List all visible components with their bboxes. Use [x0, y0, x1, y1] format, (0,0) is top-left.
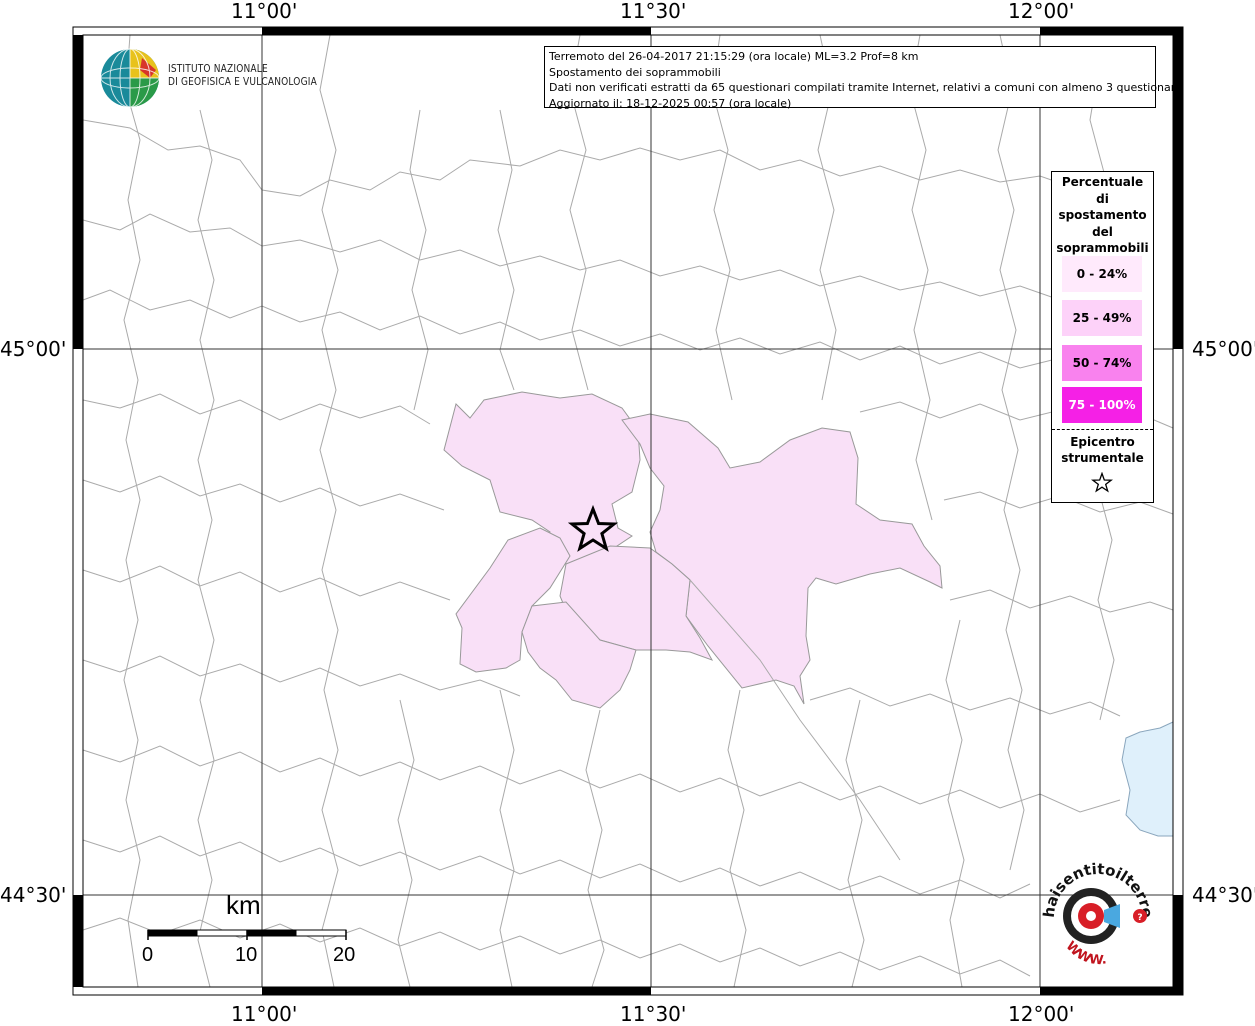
left-lat-label-2: 44°30'	[0, 883, 67, 907]
data-note: Dati non verificati estratti da 65 quest…	[549, 81, 1182, 94]
right-lat-label-1: 45°00'	[1192, 337, 1255, 361]
legend-title-line5: soprammobili	[1056, 241, 1149, 255]
legend-item-50-74: 50 - 74%	[1062, 345, 1142, 381]
legend-title-line1: Percentuale	[1061, 175, 1144, 189]
scale-tick-0: 0	[142, 944, 154, 966]
ingv-name-line2: DI GEOFISICA E VULCANOLOGIA	[168, 76, 317, 88]
left-lat-label-1: 45°00'	[0, 337, 67, 361]
legend-title: Percentuale di spostamento del soprammob…	[1052, 174, 1153, 257]
scale-tick-20: 20	[333, 944, 356, 966]
legend-epicentre-line2: strumentale	[1061, 451, 1144, 465]
scale-unit: km	[226, 890, 261, 920]
ingv-name-line1: ISTITUTO NAZIONALE	[168, 63, 268, 75]
ingv-name: ISTITUTO NAZIONALE DI GEOFISICA E VULCAN…	[168, 63, 317, 89]
event-title: Terremoto del 26-04-2017 21:15:29 (ora l…	[549, 50, 919, 63]
top-lon-label-3: 12°00'	[1008, 0, 1075, 23]
scale-tick-10: 10	[235, 944, 258, 966]
bottom-lon-label-3: 12°00'	[1008, 1002, 1075, 1026]
event-info-box: Terremoto del 26-04-2017 21:15:29 (ora l…	[544, 46, 1182, 110]
legend-title-line3: spostamento	[1058, 208, 1147, 222]
legend-title-line4: del	[1092, 224, 1113, 239]
legend-title-line2: di	[1096, 191, 1109, 206]
legend-star-icon	[1091, 472, 1113, 493]
svg-text:?: ?	[1137, 913, 1142, 923]
legend-epicentre-line1: Epicentro	[1070, 435, 1135, 449]
legend-item-0-24: 0 - 24%	[1062, 256, 1142, 292]
legend-item-75-100: 75 - 100%	[1062, 387, 1142, 423]
legend-divider	[1052, 429, 1153, 430]
top-lon-label-2: 11°30'	[620, 0, 687, 23]
ingv-logo: ISTITUTO NAZIONALE DI GEOFISICA E VULCAN…	[100, 48, 317, 110]
top-lon-label-1: 11°00'	[231, 0, 298, 23]
legend: Percentuale di spostamento del soprammob…	[1051, 171, 1154, 503]
haisentito-logo: haisentitoilterremoto.it WWW. ?	[1028, 842, 1160, 980]
legend-item-25-49: 25 - 49%	[1062, 300, 1142, 336]
ingv-globe-icon	[100, 48, 160, 108]
bottom-lon-label-1: 11°00'	[231, 1002, 298, 1026]
haisentito-emblem-icon: haisentitoilterremoto.it WWW. ?	[1028, 842, 1156, 968]
bottom-lon-label-2: 11°30'	[620, 1002, 687, 1026]
map-subject: Spostamento dei soprammobili	[549, 65, 721, 79]
legend-epicentre-label: Epicentro strumentale	[1052, 434, 1153, 466]
right-lat-label-2: 44°30'	[1192, 883, 1255, 907]
sea-area	[1121, 721, 1174, 837]
update-time: Aggiornato il: 18-12-2025 00:57 (ora loc…	[549, 96, 792, 110]
